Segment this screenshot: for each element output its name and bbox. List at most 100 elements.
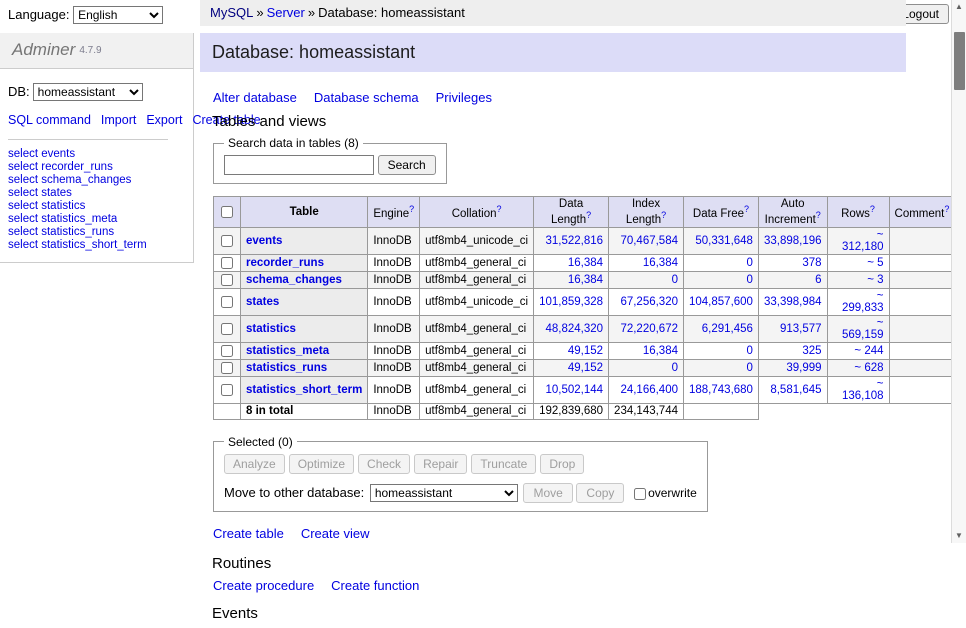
auto-increment-link[interactable]: 378 (802, 257, 821, 269)
index-length-link[interactable]: 70,467,584 (620, 235, 678, 247)
rows-link[interactable]: ~ 136,108 (842, 378, 884, 402)
column-hint-link[interactable]: ? (496, 204, 501, 214)
bulk-action-button[interactable]: Analyze (224, 454, 285, 474)
overwrite-checkbox[interactable] (634, 488, 646, 500)
breadcrumb-server-link[interactable]: Server (267, 5, 305, 20)
index-length-link[interactable]: 0 (672, 362, 678, 374)
row-checkbox[interactable] (221, 323, 233, 335)
column-hint-link[interactable]: ? (744, 204, 749, 214)
auto-increment-link[interactable]: 39,999 (786, 362, 821, 374)
sidebar-table-link[interactable]: select statistics (8, 200, 185, 213)
scrollbar[interactable]: ▲ ▼ (951, 0, 966, 543)
column-hint-link[interactable]: ? (661, 210, 666, 220)
table-name-link[interactable]: statistics_runs (246, 362, 327, 374)
auto-increment-link[interactable]: 325 (802, 345, 821, 357)
column-header-comment[interactable]: Comment? (889, 197, 955, 228)
bulk-action-button[interactable]: Optimize (289, 454, 354, 474)
column-hint-link[interactable]: ? (870, 204, 875, 214)
search-button[interactable]: Search (378, 155, 436, 175)
db-action-link[interactable]: Privileges (436, 90, 492, 105)
rows-link[interactable]: ~ 299,833 (842, 290, 884, 314)
index-length-link[interactable]: 16,384 (643, 345, 678, 357)
sidebar-table-link[interactable]: select recorder_runs (8, 161, 185, 174)
index-length-link[interactable]: 72,220,672 (620, 323, 678, 335)
row-checkbox[interactable] (221, 345, 233, 357)
column-header-data-free[interactable]: Data Free? (684, 197, 759, 228)
sidebar-link[interactable]: Export (146, 113, 182, 127)
rows-link[interactable]: ~ 569,159 (842, 317, 884, 341)
db-select[interactable]: homeassistant (33, 83, 143, 101)
breadcrumb-mysql-link[interactable]: MySQL (210, 5, 253, 20)
scroll-up-icon[interactable]: ▲ (952, 0, 966, 14)
data-length-link[interactable]: 31,522,816 (545, 235, 603, 247)
sidebar-table-link[interactable]: select states (8, 187, 185, 200)
move-button[interactable]: Move (523, 483, 572, 503)
data-length-link[interactable]: 48,824,320 (545, 323, 603, 335)
sidebar-link[interactable]: SQL command (8, 113, 91, 127)
data-free-link[interactable]: 0 (747, 257, 753, 269)
column-hint-link[interactable]: ? (586, 210, 591, 220)
select-all-checkbox[interactable] (221, 206, 233, 218)
table-name-link[interactable]: schema_changes (246, 274, 342, 286)
bulk-action-button[interactable]: Repair (414, 454, 467, 474)
auto-increment-link[interactable]: 33,898,196 (764, 235, 822, 247)
data-length-link[interactable]: 10,502,144 (545, 384, 603, 396)
row-checkbox[interactable] (221, 274, 233, 286)
create-link[interactable]: Create view (301, 526, 370, 541)
routine-link[interactable]: Create procedure (213, 578, 314, 593)
data-length-link[interactable]: 101,859,328 (539, 296, 603, 308)
data-free-link[interactable]: 0 (747, 362, 753, 374)
sidebar-table-link[interactable]: select statistics_runs (8, 226, 185, 239)
db-action-link[interactable]: Database schema (314, 90, 419, 105)
rows-link[interactable]: ~ 244 (854, 345, 883, 357)
row-checkbox[interactable] (221, 235, 233, 247)
data-free-link[interactable]: 104,857,600 (689, 296, 753, 308)
app-version[interactable]: 4.7.9 (79, 45, 101, 56)
index-length-link[interactable]: 67,256,320 (620, 296, 678, 308)
table-name-link[interactable]: events (246, 235, 282, 247)
table-name-link[interactable]: statistics_short_term (246, 384, 362, 396)
data-free-link[interactable]: 188,743,680 (689, 384, 753, 396)
bulk-action-button[interactable]: Check (358, 454, 410, 474)
language-select[interactable]: English (73, 6, 163, 24)
move-db-select[interactable]: homeassistant (370, 484, 518, 502)
row-checkbox[interactable] (221, 296, 233, 308)
row-checkbox[interactable] (221, 257, 233, 269)
data-free-link[interactable]: 0 (747, 345, 753, 357)
rows-link[interactable]: ~ 5 (867, 257, 883, 269)
auto-increment-link[interactable]: 8,581,645 (770, 384, 821, 396)
auto-increment-link[interactable]: 6 (815, 274, 821, 286)
column-header-table[interactable]: Table (241, 197, 368, 228)
data-free-link[interactable]: 6,291,456 (702, 323, 753, 335)
data-length-link[interactable]: 49,152 (568, 362, 603, 374)
create-link[interactable]: Create table (213, 526, 284, 541)
index-length-link[interactable]: 16,384 (643, 257, 678, 269)
db-action-link[interactable]: Alter database (213, 90, 297, 105)
index-length-link[interactable]: 24,166,400 (620, 384, 678, 396)
bulk-action-button[interactable]: Drop (540, 454, 584, 474)
rows-link[interactable]: ~ 312,180 (842, 229, 884, 253)
row-checkbox[interactable] (221, 384, 233, 396)
rows-link[interactable]: ~ 3 (867, 274, 883, 286)
rows-link[interactable]: ~ 628 (854, 362, 883, 374)
auto-increment-link[interactable]: 33,398,984 (764, 296, 822, 308)
data-length-link[interactable]: 49,152 (568, 345, 603, 357)
routine-link[interactable]: Create function (331, 578, 419, 593)
search-input[interactable] (224, 155, 374, 175)
sidebar-table-link[interactable]: select statistics_meta (8, 213, 185, 226)
data-free-link[interactable]: 0 (747, 274, 753, 286)
column-hint-link[interactable]: ? (816, 210, 821, 220)
bulk-action-button[interactable]: Truncate (471, 454, 536, 474)
table-name-link[interactable]: states (246, 296, 279, 308)
column-hint-link[interactable]: ? (409, 204, 414, 214)
data-length-link[interactable]: 16,384 (568, 257, 603, 269)
index-length-link[interactable]: 0 (672, 274, 678, 286)
sidebar-table-link[interactable]: select events (8, 148, 185, 161)
app-name-link[interactable]: Adminer (12, 40, 75, 59)
column-hint-link[interactable]: ? (944, 204, 949, 214)
auto-increment-link[interactable]: 913,577 (780, 323, 822, 335)
column-header-data-length[interactable]: Data Length? (534, 197, 609, 228)
column-header-collation[interactable]: Collation? (420, 197, 534, 228)
scrollbar-thumb[interactable] (954, 32, 965, 90)
scroll-down-icon[interactable]: ▼ (952, 529, 966, 543)
